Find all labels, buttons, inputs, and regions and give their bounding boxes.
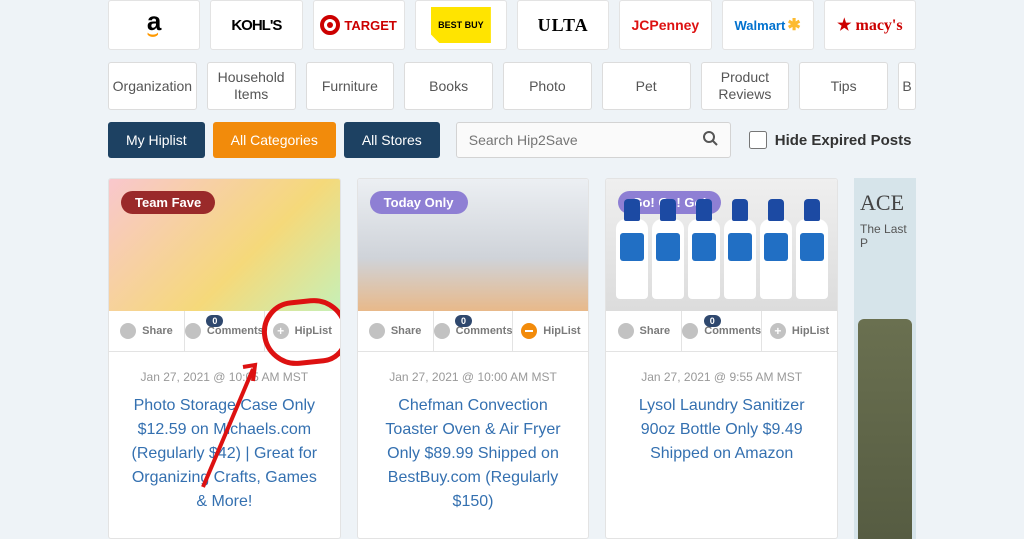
minus-icon	[521, 323, 537, 339]
post-body: Jan 27, 2021 @ 9:55 AM MST Lysol Laundry…	[606, 352, 837, 490]
search-box[interactable]	[456, 122, 731, 158]
comment-count-badge: 0	[206, 315, 223, 327]
store-jcpenney[interactable]: JCPenney	[619, 0, 711, 50]
plus-icon	[273, 323, 289, 339]
category-tips[interactable]: Tips	[799, 62, 888, 110]
post-actions: Share 0Comments HipList	[109, 311, 340, 352]
all-categories-button[interactable]: All Categories	[213, 122, 336, 158]
share-button[interactable]: Share	[109, 311, 185, 351]
comment-icon	[682, 323, 698, 339]
category-pet[interactable]: Pet	[602, 62, 691, 110]
comment-count-badge: 0	[455, 315, 472, 327]
hiplist-button[interactable]: HipList	[265, 311, 340, 351]
store-amazon[interactable]: a	[108, 0, 200, 50]
post-date: Jan 27, 2021 @ 10:05 AM MST	[125, 370, 324, 384]
store-macys[interactable]: macy's	[824, 0, 916, 50]
store-kohls[interactable]: KOHL'S	[210, 0, 302, 50]
hide-expired-checkbox[interactable]	[749, 131, 767, 149]
post-card: Go! Go! Go! Share 0Comments HipList Jan …	[605, 178, 838, 539]
hide-expired-label: Hide Expired Posts	[775, 132, 912, 149]
category-product-reviews[interactable]: Product Reviews	[701, 62, 790, 110]
post-body: Jan 27, 2021 @ 10:05 AM MST Photo Storag…	[109, 352, 340, 538]
filter-row: My Hiplist All Categories All Stores Hid…	[108, 122, 916, 158]
post-actions: Share 0Comments HipList	[358, 311, 589, 352]
ad-subtext: The Last P	[860, 222, 910, 250]
post-body: Jan 27, 2021 @ 10:00 AM MST Chefman Conv…	[358, 352, 589, 538]
ad-image	[858, 319, 912, 539]
post-card: Team Fave Share 0Comments HipList Jan 27…	[108, 178, 341, 539]
category-household-items[interactable]: Household Items	[207, 62, 296, 110]
plus-icon	[770, 323, 786, 339]
comments-button[interactable]: 0Comments	[434, 311, 514, 351]
post-image[interactable]: Team Fave	[109, 179, 340, 311]
store-bestbuy[interactable]: BEST BUY	[415, 0, 507, 50]
search-input[interactable]	[469, 132, 702, 148]
comment-count-badge: 0	[704, 315, 721, 327]
jcpenney-logo: JCPenney	[632, 17, 700, 33]
post-card: Today Only Share 0Comments HipList Jan 2…	[357, 178, 590, 539]
comment-icon	[185, 323, 201, 339]
comment-icon	[434, 323, 450, 339]
category-row: Organization Household Items Furniture B…	[108, 62, 916, 110]
posts-row: Team Fave Share 0Comments HipList Jan 27…	[108, 178, 916, 539]
share-icon	[369, 323, 385, 339]
share-button[interactable]: Share	[606, 311, 682, 351]
category-more[interactable]: B	[898, 62, 916, 110]
category-photo[interactable]: Photo	[503, 62, 592, 110]
my-hiplist-button[interactable]: My Hiplist	[108, 122, 205, 158]
all-stores-button[interactable]: All Stores	[344, 122, 440, 158]
comments-button[interactable]: 0Comments	[682, 311, 762, 351]
store-logo-row: a KOHL'S TARGET BEST BUY ULTA JCPenney W…	[108, 0, 916, 50]
post-image[interactable]: Go! Go! Go!	[606, 179, 837, 311]
macys-logo: macy's	[837, 15, 902, 35]
badge-today-only: Today Only	[370, 191, 468, 214]
store-target[interactable]: TARGET	[313, 0, 405, 50]
share-button[interactable]: Share	[358, 311, 434, 351]
store-ulta[interactable]: ULTA	[517, 0, 609, 50]
search-icon[interactable]	[702, 130, 718, 151]
ulta-logo: ULTA	[538, 15, 589, 36]
post-title[interactable]: Chefman Convection Toaster Oven & Air Fr…	[374, 394, 573, 514]
share-icon	[120, 323, 136, 339]
badge-team-fave: Team Fave	[121, 191, 215, 214]
post-title[interactable]: Lysol Laundry Sanitizer 90oz Bottle Only…	[622, 394, 821, 466]
hide-expired-wrap[interactable]: Hide Expired Posts	[749, 131, 912, 149]
hiplist-button[interactable]: HipList	[762, 311, 837, 351]
category-furniture[interactable]: Furniture	[306, 62, 395, 110]
walmart-logo: Walmart✱	[735, 15, 801, 35]
comments-button[interactable]: 0Comments	[185, 311, 265, 351]
category-organization[interactable]: Organization	[108, 62, 197, 110]
store-walmart[interactable]: Walmart✱	[722, 0, 814, 50]
post-title[interactable]: Photo Storage Case Only $12.59 on Michae…	[125, 394, 324, 514]
hiplist-button[interactable]: HipList	[513, 311, 588, 351]
ad-heading: ACE	[860, 190, 910, 216]
kohls-logo: KOHL'S	[231, 17, 281, 34]
bestbuy-logo: BEST BUY	[431, 7, 491, 43]
sidebar-ad[interactable]: ACE The Last P	[854, 178, 916, 539]
post-image[interactable]: Today Only	[358, 179, 589, 311]
post-date: Jan 27, 2021 @ 10:00 AM MST	[374, 370, 573, 384]
post-actions: Share 0Comments HipList	[606, 311, 837, 352]
share-icon	[618, 323, 634, 339]
post-date: Jan 27, 2021 @ 9:55 AM MST	[622, 370, 821, 384]
target-logo: TARGET	[320, 15, 396, 35]
category-books[interactable]: Books	[404, 62, 493, 110]
amazon-logo: a	[147, 6, 161, 44]
